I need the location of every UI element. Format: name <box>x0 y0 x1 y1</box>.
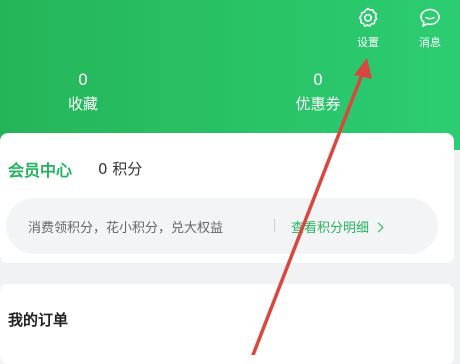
messages-button[interactable]: 消息 <box>410 6 450 50</box>
member-center-title[interactable]: 会员中心 <box>8 157 72 181</box>
favorites-count: 0 <box>77 70 89 89</box>
coupons-count: 0 <box>312 70 324 89</box>
points-info-bar[interactable]: 消费领积分，花小积分，兑大权益 查看积分明细 <box>6 198 438 254</box>
points-tip: 消费领积分，花小积分，兑大权益 <box>28 221 224 236</box>
gear-icon <box>358 7 378 27</box>
divider <box>274 219 275 232</box>
settings-button[interactable]: 设置 <box>348 6 388 50</box>
messages-label: 消息 <box>419 36 441 49</box>
chevron-right-icon <box>373 222 384 233</box>
settings-label: 设置 <box>357 36 379 49</box>
favorites-stat[interactable]: 0 收藏 <box>33 70 133 114</box>
coupons-stat[interactable]: 0 优惠券 <box>268 70 368 114</box>
member-center-card: 会员中心 0 积分 消费领积分，花小积分，兑大权益 查看积分明细 <box>0 133 454 263</box>
view-points-detail-label: 查看积分明细 <box>291 221 370 236</box>
favorites-label: 收藏 <box>67 95 98 113</box>
points-balance: 0 积分 <box>98 160 143 178</box>
view-points-detail-link[interactable]: 查看积分明细 <box>291 217 384 236</box>
chat-bubble-icon <box>420 8 440 27</box>
my-orders-title[interactable]: 我的订单 <box>8 309 68 330</box>
coupons-label: 优惠券 <box>295 95 341 113</box>
my-orders-card: 我的订单 <box>0 284 454 364</box>
profile-header: 设置 消息 0 收藏 0 优惠券 <box>0 0 460 150</box>
